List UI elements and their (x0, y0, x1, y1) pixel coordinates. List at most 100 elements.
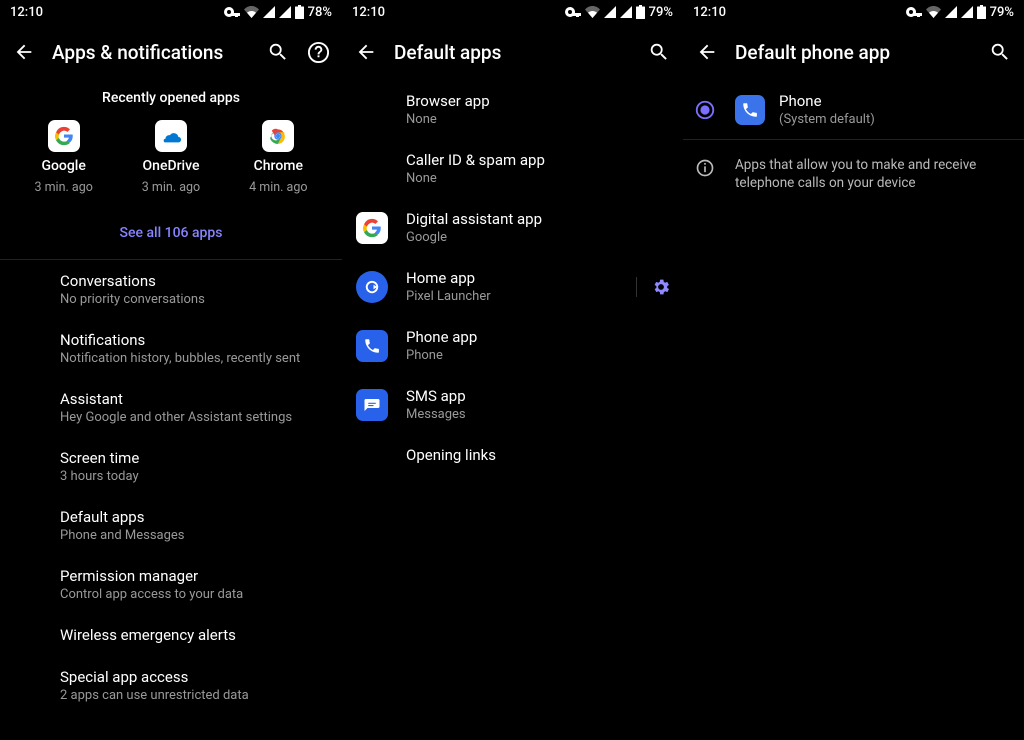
item-title: Caller ID & spam app (406, 151, 671, 169)
item-sub: Notification history, bubbles, recently … (60, 351, 326, 366)
item-sub: Google (406, 230, 671, 245)
signal-icon-1 (263, 6, 275, 18)
status-time: 12:10 (693, 5, 726, 20)
app-tile-chrome[interactable]: Chrome 4 min. ago (249, 120, 307, 195)
signal-icon-1 (604, 6, 616, 18)
item-default-apps[interactable]: Default apps Phone and Messages (0, 496, 342, 555)
screen-default-apps: 12:10 79% Default apps Browser app None … (342, 0, 683, 740)
signal-icon-2 (620, 6, 632, 18)
app-time: 3 min. ago (142, 180, 200, 195)
item-title: Browser app (406, 92, 671, 110)
app-name: Google (41, 158, 85, 174)
status-time: 12:10 (10, 5, 43, 20)
item-screen-time[interactable]: Screen time 3 hours today (0, 437, 342, 496)
messages-icon (356, 389, 388, 421)
chrome-icon (262, 120, 294, 152)
wifi-icon (244, 6, 259, 18)
item-sub: None (406, 112, 671, 127)
header: Default apps (342, 24, 683, 80)
item-sub: Phone (406, 348, 671, 363)
item-title: Phone app (406, 328, 671, 346)
item-sms-app[interactable]: SMS app Messages (342, 375, 683, 434)
item-sub: 2 apps can use unrestricted data (60, 688, 326, 703)
screen-apps-notifications: 12:10 78% Apps & notifications Recently … (0, 0, 342, 740)
search-button[interactable] (647, 40, 671, 64)
item-title: Opening links (406, 446, 671, 464)
radio-selected-icon (691, 96, 719, 124)
page-title: Default phone app (735, 41, 972, 64)
recent-apps-label: Recently opened apps (0, 80, 342, 120)
item-sub: None (406, 171, 671, 186)
item-caller-id[interactable]: Caller ID & spam app None (342, 139, 683, 198)
battery-icon (636, 5, 645, 19)
status-icons: 79% (565, 5, 673, 20)
item-title: Digital assistant app (406, 210, 671, 228)
item-sub: Messages (406, 407, 671, 422)
back-button[interactable] (695, 40, 719, 64)
status-icons: 78% (224, 5, 332, 20)
item-special-app-access[interactable]: Special app access 2 apps can use unrest… (0, 656, 342, 715)
google-icon (356, 212, 388, 244)
item-digital-assistant[interactable]: Digital assistant app Google (342, 198, 683, 257)
item-sub: 3 hours today (60, 469, 326, 484)
phone-icon (356, 330, 388, 362)
app-tile-onedrive[interactable]: OneDrive 3 min. ago (142, 120, 200, 195)
info-note: Apps that allow you to make and receive … (683, 140, 1024, 204)
screen-default-phone-app: 12:10 79% Default phone app Phone (683, 0, 1024, 740)
item-title: Assistant (60, 390, 326, 408)
item-title: Default apps (60, 508, 326, 526)
back-button[interactable] (12, 40, 36, 64)
info-icon (691, 154, 719, 182)
item-permission-manager[interactable]: Permission manager Control app access to… (0, 555, 342, 614)
app-name: Chrome (254, 158, 303, 174)
item-title: Wireless emergency alerts (60, 626, 326, 644)
item-phone-app[interactable]: Phone app Phone (342, 316, 683, 375)
signal-icon-2 (961, 6, 973, 18)
info-text: Apps that allow you to make and receive … (735, 154, 1008, 192)
vpn-key-icon (906, 7, 922, 17)
status-bar: 12:10 79% (683, 0, 1024, 24)
item-title: Notifications (60, 331, 326, 349)
item-notifications[interactable]: Notifications Notification history, bubb… (0, 319, 342, 378)
battery-percent: 79% (990, 5, 1014, 20)
item-assistant[interactable]: Assistant Hey Google and other Assistant… (0, 378, 342, 437)
item-wireless-emergency[interactable]: Wireless emergency alerts (0, 614, 342, 656)
app-tile-google[interactable]: Google 3 min. ago (34, 120, 92, 195)
app-name: OneDrive (143, 158, 200, 174)
onedrive-icon (155, 120, 187, 152)
item-sub: Hey Google and other Assistant settings (60, 410, 326, 425)
home-app-settings-button[interactable] (636, 277, 671, 297)
phone-app-icon (735, 95, 765, 125)
search-button[interactable] (266, 40, 290, 64)
item-title: Conversations (60, 272, 326, 290)
app-time: 3 min. ago (34, 180, 92, 195)
battery-icon (295, 5, 304, 19)
item-opening-links[interactable]: Opening links (342, 434, 683, 476)
status-bar: 12:10 79% (342, 0, 683, 24)
status-icons: 79% (906, 5, 1014, 20)
item-conversations[interactable]: Conversations No priority conversations (0, 260, 342, 319)
item-sub: No priority conversations (60, 292, 326, 307)
google-icon (48, 120, 80, 152)
option-name: Phone (779, 92, 1008, 110)
header: Apps & notifications (0, 24, 342, 80)
back-button[interactable] (354, 40, 378, 64)
item-title: SMS app (406, 387, 671, 405)
signal-icon-1 (945, 6, 957, 18)
item-home-app[interactable]: Home app Pixel Launcher (342, 257, 683, 316)
search-button[interactable] (988, 40, 1012, 64)
battery-percent: 79% (649, 5, 673, 20)
vpn-key-icon (565, 7, 581, 17)
item-browser-app[interactable]: Browser app None (342, 80, 683, 139)
radio-option-phone[interactable]: Phone (System default) (683, 80, 1024, 139)
wifi-icon (585, 6, 600, 18)
battery-percent: 78% (308, 5, 332, 20)
see-all-apps-button[interactable]: See all 106 apps (0, 215, 342, 259)
app-time: 4 min. ago (249, 180, 307, 195)
signal-icon-2 (279, 6, 291, 18)
page-title: Apps & notifications (52, 41, 250, 64)
page-title: Default apps (394, 41, 631, 64)
help-button[interactable] (306, 40, 330, 64)
item-sub: Control app access to your data (60, 587, 326, 602)
vpn-key-icon (224, 7, 240, 17)
